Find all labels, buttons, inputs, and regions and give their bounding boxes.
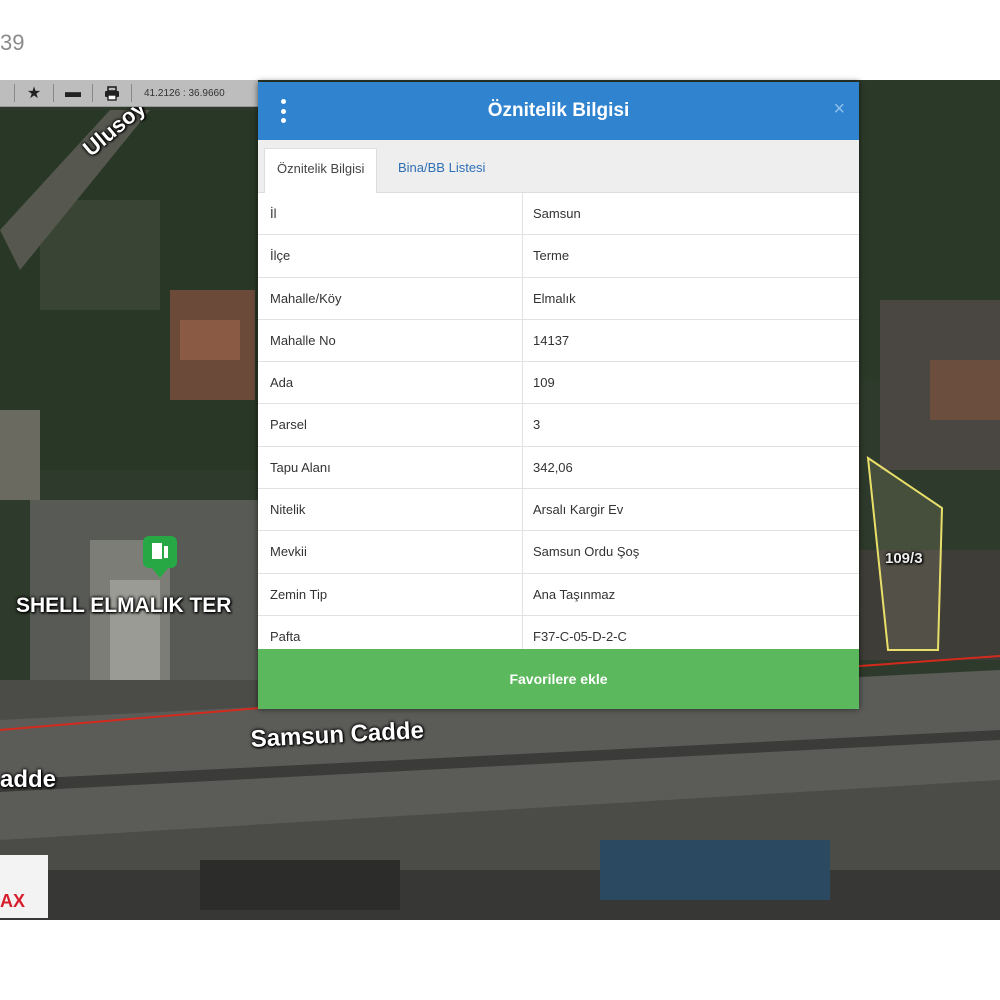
add-to-favorites-button[interactable]: Favorilere ekle: [258, 649, 859, 709]
poi-label-shell: SHELL ELMALIK TER: [16, 594, 232, 617]
dialog-tabs: Öznitelik Bilgisi Bina/BB Listesi: [258, 140, 859, 193]
dialog-title: Öznitelik Bilgisi: [487, 100, 630, 121]
remax-logo: AX: [0, 855, 48, 918]
table-row: Ada 109: [258, 362, 859, 405]
map-toolbar: ★ ▬ 41.2126 : 36.9660: [0, 80, 258, 107]
table-row: Parsel 3: [258, 404, 859, 447]
row-value: Samsun: [533, 206, 581, 221]
row-value: 109: [533, 375, 555, 391]
row-value: 342,06: [533, 459, 573, 475]
row-value: Elmalık: [533, 290, 576, 306]
coordinate-readout: 41.2126 : 36.9660: [144, 87, 225, 99]
close-icon[interactable]: ×: [833, 98, 845, 121]
row-key: İl: [258, 193, 523, 235]
row-value: 3: [533, 417, 541, 433]
row-value: Terme: [533, 248, 570, 264]
tab-attribute-info[interactable]: Öznitelik Bilgisi: [264, 148, 378, 193]
minus-icon[interactable]: ▬: [54, 80, 92, 106]
row-value: Samsun Ordu Şoş: [533, 544, 640, 560]
toolbar-left-button[interactable]: [0, 80, 14, 106]
star-icon[interactable]: ★: [15, 80, 53, 106]
row-value: 14137: [533, 332, 570, 348]
table-row: İlçe Terme: [258, 235, 859, 278]
dialog-header: Öznitelik Bilgisi ×: [258, 82, 859, 140]
table-row: Zemin Tip Ana Taşınmaz: [258, 573, 859, 616]
table-row: Mahalle No 14137: [258, 319, 859, 363]
row-key: Mahalle No: [258, 319, 523, 362]
row-value: Arsalı Kargir Ev: [533, 502, 624, 518]
attribute-info-dialog: Öznitelik Bilgisi × Öznitelik Bilgisi Bi…: [258, 82, 859, 709]
table-row: Nitelik Arsalı Kargir Ev: [258, 489, 859, 532]
row-value: Ana Taşınmaz: [533, 586, 616, 602]
row-key: Ada: [258, 362, 523, 404]
tab-building-list[interactable]: Bina/BB Listesi: [386, 148, 497, 192]
row-key: Tapu Alanı: [258, 446, 523, 489]
row-key: İlçe: [258, 235, 523, 277]
row-key: Mahalle/Köy: [258, 277, 523, 319]
table-row: İl Samsun: [258, 193, 859, 236]
table-row: Mevkii Samsun Ordu Şoş: [258, 531, 859, 574]
toolbar-separator: [131, 84, 132, 102]
table-row: Mahalle/Köy Elmalık: [258, 277, 859, 320]
row-key: Parsel: [258, 404, 523, 446]
parcel-number-label: 109/3: [885, 550, 923, 567]
row-key: Nitelik: [258, 489, 523, 531]
print-icon[interactable]: [93, 80, 131, 106]
page-number-label: 39: [0, 30, 25, 55]
street-label-cadde-left: adde: [0, 766, 57, 793]
attribute-table: İl Samsun İlçe Terme Mahalle/Köy Elmalık Ma…: [258, 193, 859, 659]
table-row: Tapu Alanı 342,06: [258, 446, 859, 490]
row-key: Mevkii: [258, 531, 523, 573]
row-key: Zemin Tip: [258, 573, 523, 615]
